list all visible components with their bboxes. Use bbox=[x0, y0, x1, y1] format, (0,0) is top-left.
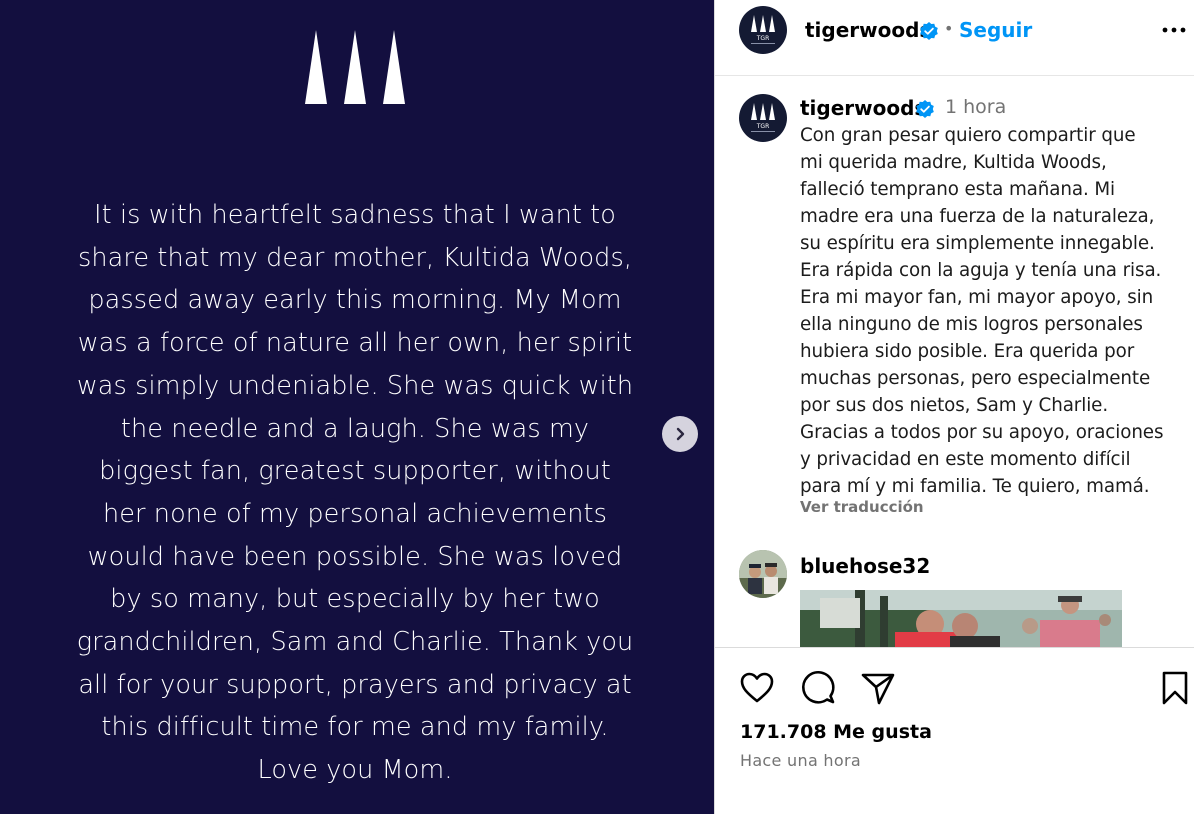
tgr-logo-icon: TGR bbox=[751, 103, 775, 132]
post-image: It is with heartfelt sadness that I want… bbox=[0, 0, 714, 814]
commenter-avatar[interactable] bbox=[739, 550, 787, 598]
avatar[interactable]: TGR bbox=[739, 6, 787, 54]
verified-badge-icon bbox=[920, 22, 938, 40]
comment-photo-icon bbox=[800, 590, 1122, 648]
more-horizontal-icon[interactable] bbox=[1155, 14, 1194, 46]
avatar-label: TGR bbox=[756, 123, 769, 130]
caption-timestamp[interactable]: 1 hora bbox=[945, 96, 1006, 118]
likes-count[interactable]: 171.708 Me gusta bbox=[740, 721, 932, 743]
caption-username[interactable]: tigerwoods bbox=[800, 96, 926, 120]
heart-icon[interactable] bbox=[739, 670, 775, 706]
commenter-photo-icon bbox=[739, 550, 787, 598]
post-timestamp[interactable]: Hace una hora bbox=[740, 751, 861, 770]
see-translation-link[interactable]: Ver traducción bbox=[800, 498, 924, 516]
next-image-button[interactable] bbox=[662, 416, 698, 452]
avatar-label: TGR bbox=[756, 35, 769, 42]
share-icon[interactable] bbox=[860, 670, 896, 706]
bookmark-icon[interactable] bbox=[1161, 670, 1189, 706]
commenter-username[interactable]: bluehose32 bbox=[800, 554, 930, 578]
tgr-logo-icon: TGR bbox=[751, 15, 775, 44]
follow-button[interactable]: Seguir bbox=[959, 18, 1032, 42]
chevron-right-icon bbox=[676, 427, 685, 441]
post-side-panel: TGR tigerwoods • Seguir TGR tigerwoods 1… bbox=[714, 0, 1194, 815]
post-author-username[interactable]: tigerwoods bbox=[805, 18, 931, 42]
comment-icon[interactable] bbox=[800, 670, 836, 706]
verified-badge-icon bbox=[916, 100, 934, 118]
separator-dot: • bbox=[944, 19, 954, 38]
caption-text: Con gran pesar quiero compartir que mi q… bbox=[800, 125, 1164, 497]
caption-avatar[interactable]: TGR bbox=[739, 94, 787, 142]
post-actions: 171.708 Me gusta Hace una hora bbox=[715, 647, 1194, 815]
tgr-three-spires-icon bbox=[305, 30, 405, 104]
post-image-text: It is with heartfelt sadness that I want… bbox=[76, 200, 634, 786]
post-header: TGR tigerwoods • Seguir bbox=[715, 0, 1194, 76]
comment-image bbox=[800, 590, 1122, 648]
